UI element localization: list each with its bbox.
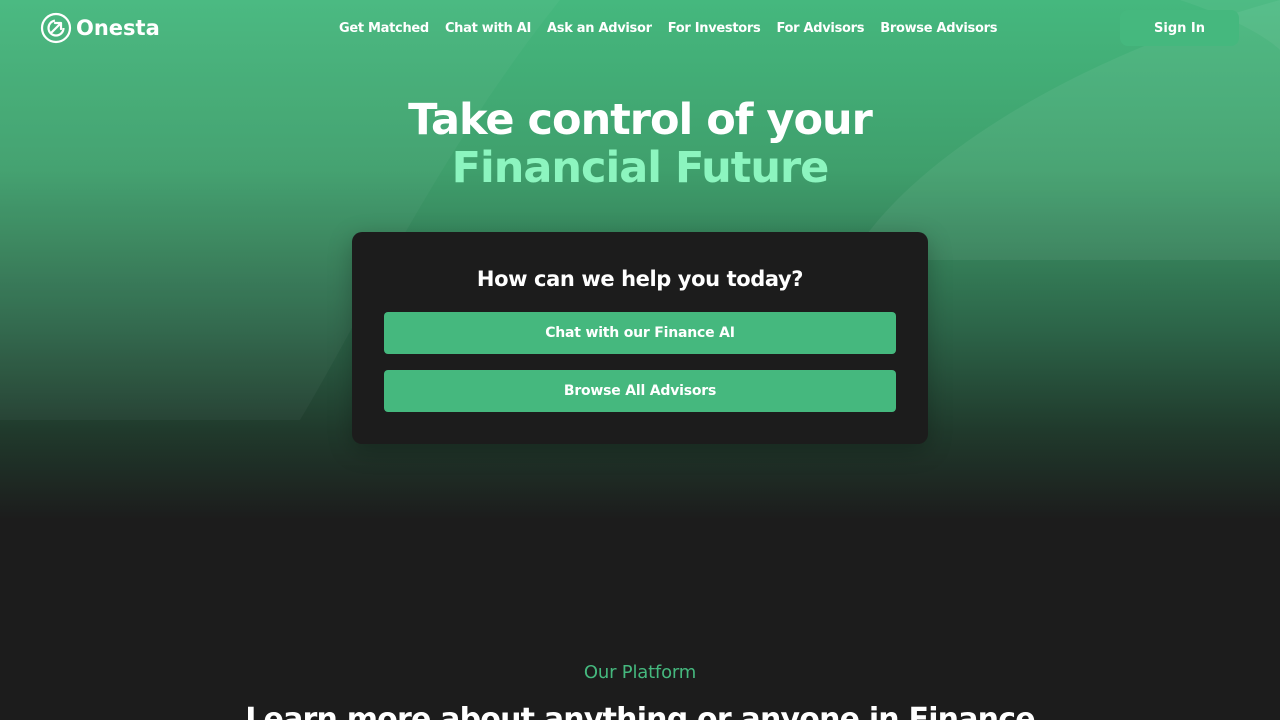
brand-logo[interactable]: Onesta <box>40 12 160 44</box>
browse-all-advisors-button[interactable]: Browse All Advisors <box>384 370 896 412</box>
sign-in-button[interactable]: Sign In <box>1120 10 1239 46</box>
hero-headline-highlight: Financial Future <box>451 143 830 193</box>
platform-eyebrow: Our Platform <box>583 662 697 683</box>
help-card-title: How can we help you today? <box>476 267 804 291</box>
hero-headline-line1: Take control of your <box>408 95 873 145</box>
help-card: How can we help you today? Chat with our… <box>352 232 928 444</box>
hero-headline: Take control of your Financial Future <box>0 96 1280 192</box>
nav-for-investors[interactable]: For Investors <box>668 21 761 36</box>
platform-title: Learn more about anything or anyone in F… <box>245 702 1035 720</box>
onesta-logo-icon <box>40 12 72 44</box>
nav-get-matched[interactable]: Get Matched <box>339 21 429 36</box>
nav-browse-advisors[interactable]: Browse Advisors <box>880 21 997 36</box>
chat-finance-ai-button[interactable]: Chat with our Finance AI <box>384 312 896 354</box>
nav-ask-an-advisor[interactable]: Ask an Advisor <box>547 21 652 36</box>
site-header: Onesta Get Matched Chat with AI Ask an A… <box>0 0 1280 56</box>
nav-chat-with-ai[interactable]: Chat with AI <box>445 21 531 36</box>
main-nav: Get Matched Chat with AI Ask an Advisor … <box>339 18 997 38</box>
nav-for-advisors[interactable]: For Advisors <box>776 21 864 36</box>
brand-name: Onesta <box>76 16 160 40</box>
